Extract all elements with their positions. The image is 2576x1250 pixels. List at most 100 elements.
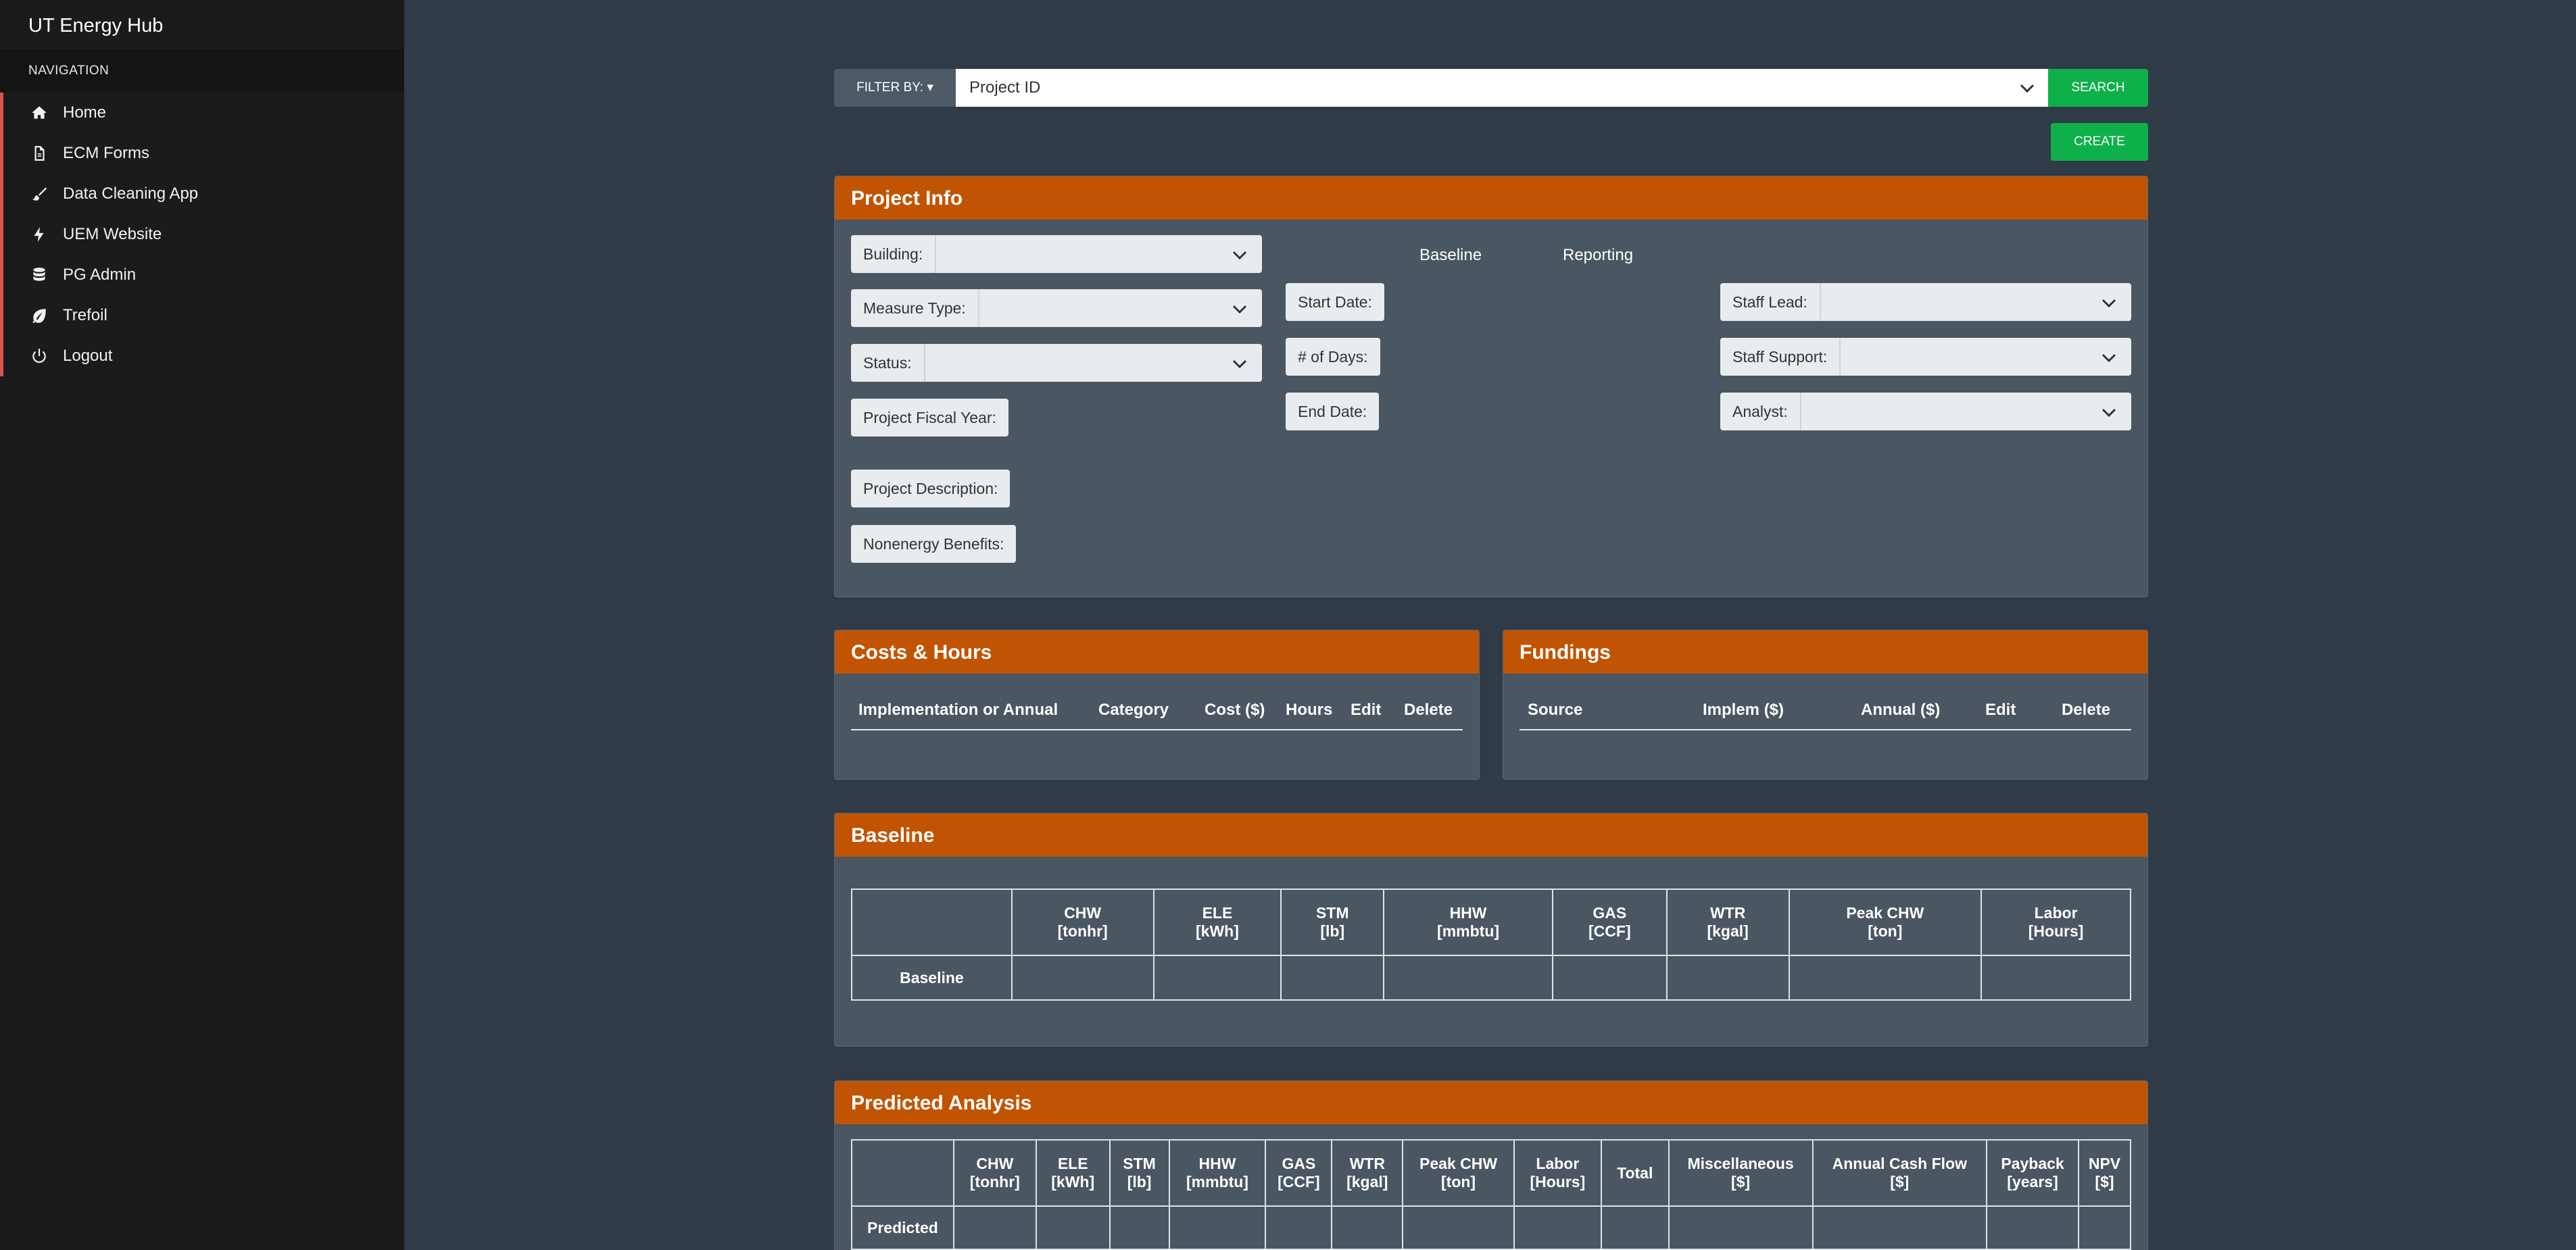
column-header: Category: [1098, 701, 1169, 719]
fiscal-year-field[interactable]: Project Fiscal Year:: [851, 399, 1008, 436]
table-cell[interactable]: [1812, 1205, 1988, 1250]
column-unit: [kWh]: [1196, 922, 1239, 940]
bolt-icon: [29, 224, 49, 245]
table-cell[interactable]: [2077, 1205, 2132, 1250]
filter-select[interactable]: Project ID: [956, 69, 2048, 107]
table-cell[interactable]: [1331, 1205, 1404, 1250]
field-label: Nonenergy Benefits:: [863, 535, 1004, 553]
column-header: NPV [$]: [2077, 1139, 2132, 1207]
sidebar-item-data-cleaning-app[interactable]: Data Cleaning App: [3, 174, 404, 214]
sidebar-item-home[interactable]: Home: [3, 93, 404, 133]
column-header: HHW [mmbtu]: [1383, 889, 1553, 956]
field-label: Project Description:: [863, 480, 998, 497]
table-cell[interactable]: [1666, 955, 1790, 1001]
sidebar-item-label: Trefoil: [63, 306, 107, 324]
building-field[interactable]: Building:: [851, 235, 1262, 273]
table-cell[interactable]: [1152, 955, 1282, 1001]
table-cell[interactable]: [1402, 1205, 1515, 1250]
table-divider: [1520, 729, 2131, 730]
sidebar-item-label: Home: [63, 103, 107, 122]
create-button[interactable]: CREATE: [2051, 123, 2148, 161]
field-label: End Date:: [1298, 403, 1367, 420]
table-cell[interactable]: [1109, 1205, 1170, 1250]
column-name: Labor: [1536, 1155, 1580, 1172]
column-header: ELE [kWh]: [1152, 889, 1282, 956]
column-unit: [$]: [2095, 1173, 2114, 1191]
staff-lead-field[interactable]: Staff Lead:: [1720, 283, 2131, 321]
column-header: Annual ($): [1861, 701, 1941, 719]
table-cell[interactable]: [1600, 1205, 1670, 1250]
status-field[interactable]: Status:: [851, 344, 1262, 382]
building-select[interactable]: [936, 235, 1262, 273]
brush-icon: [29, 184, 49, 204]
column-header: Implem ($): [1703, 701, 1784, 719]
column-name: CHW: [1064, 904, 1102, 922]
status-select[interactable]: [925, 344, 1262, 382]
field-label: # of Days:: [1298, 348, 1368, 366]
table-cell[interactable]: [1551, 955, 1668, 1001]
search-button[interactable]: SEARCH: [2048, 69, 2148, 107]
staff-support-field[interactable]: Staff Support:: [1720, 338, 2131, 376]
column-unit: [$]: [1731, 1173, 1751, 1191]
table-cell[interactable]: [1168, 1205, 1267, 1250]
column-header: Source: [1528, 701, 1583, 719]
home-icon: [29, 103, 49, 123]
table-cell[interactable]: [1011, 955, 1155, 1001]
filter-by-dropdown[interactable]: FILTER BY: ▾: [834, 69, 956, 107]
column-unit: [kgal]: [1346, 1173, 1388, 1191]
column-unit: [$]: [1890, 1173, 1910, 1191]
column-name: Annual Cash Flow: [1832, 1155, 1967, 1172]
table-cell[interactable]: [1668, 1205, 1814, 1250]
card-title: Project Info: [835, 176, 2147, 220]
num-days-field[interactable]: # of Days:: [1286, 338, 1380, 376]
nonenergy-benefits-field[interactable]: Nonenergy Benefits:: [851, 525, 1017, 563]
chevron-down-icon: [2101, 283, 2116, 321]
sidebar-item-trefoil[interactable]: Trefoil: [3, 295, 404, 336]
sidebar-item-logout[interactable]: Logout: [3, 336, 404, 376]
column-header: ELE [kWh]: [1035, 1139, 1111, 1207]
table-cell[interactable]: [1280, 955, 1385, 1001]
measure-type-field[interactable]: Measure Type:: [851, 289, 1262, 327]
project-description-field[interactable]: Project Description:: [851, 470, 1011, 507]
table-cell[interactable]: [1513, 1205, 1602, 1250]
column-name: NPV: [2088, 1155, 2121, 1172]
sidebar-item-pg-admin[interactable]: PG Admin: [3, 255, 404, 295]
predicted-table: CHW [tonhr] ELE [kWh] STM [lb] HHW [mmbtu] G…: [851, 1139, 2132, 1250]
analyst-select[interactable]: [1801, 393, 2131, 430]
card-title: Baseline: [835, 814, 2147, 857]
sidebar-item-label: Data Cleaning App: [63, 184, 199, 203]
reporting-column-header: Reporting: [1563, 246, 1634, 264]
end-date-field[interactable]: End Date:: [1286, 393, 1380, 430]
project-info-card: Project Info Building: Measure Type: Sta…: [834, 176, 2148, 597]
table-cell[interactable]: [1383, 955, 1553, 1001]
table-cell[interactable]: [1035, 1205, 1111, 1250]
brand-title[interactable]: UT Energy Hub: [0, 0, 404, 49]
staff-support-select[interactable]: [1841, 338, 2131, 376]
costs-hours-card: Costs & Hours Implementation or Annual C…: [834, 630, 1480, 780]
column-unit: [CCF]: [1278, 1173, 1320, 1191]
measure-type-select[interactable]: [979, 289, 1262, 327]
start-date-field[interactable]: Start Date:: [1286, 283, 1384, 321]
power-icon: [29, 346, 49, 366]
nav-heading: NAVIGATION: [0, 49, 404, 93]
column-header: STM [lb]: [1280, 889, 1385, 956]
column-unit: [tonhr]: [969, 1173, 1020, 1191]
table-cell[interactable]: [952, 1205, 1037, 1250]
table-cell[interactable]: [1788, 955, 1983, 1001]
table-cell[interactable]: [1986, 1205, 2079, 1250]
chevron-down-icon: [2101, 393, 2116, 430]
sidebar-item-uem-website[interactable]: UEM Website: [3, 214, 404, 255]
sidebar-item-ecm-forms[interactable]: ECM Forms: [3, 133, 404, 174]
analyst-field[interactable]: Analyst:: [1720, 393, 2131, 430]
column-unit: [CCF]: [1588, 922, 1631, 940]
predicted-analysis-card: Predicted Analysis CHW [tonhr] ELE [kWh] S…: [834, 1080, 2148, 1250]
column-header: HHW [mmbtu]: [1168, 1139, 1267, 1207]
staff-lead-select[interactable]: [1821, 283, 2131, 321]
column-name: HHW: [1449, 904, 1487, 922]
column-unit: [ton]: [1868, 922, 1903, 940]
baseline-table: CHW [tonhr] ELE [kWh] STM [lb] HHW [mmbtu] G…: [851, 889, 2131, 1001]
column-header: WTR [kgal]: [1331, 1139, 1404, 1207]
table-cell[interactable]: [1980, 955, 2131, 1001]
column-header: Hours: [1286, 701, 1333, 719]
table-cell[interactable]: [1265, 1205, 1333, 1250]
